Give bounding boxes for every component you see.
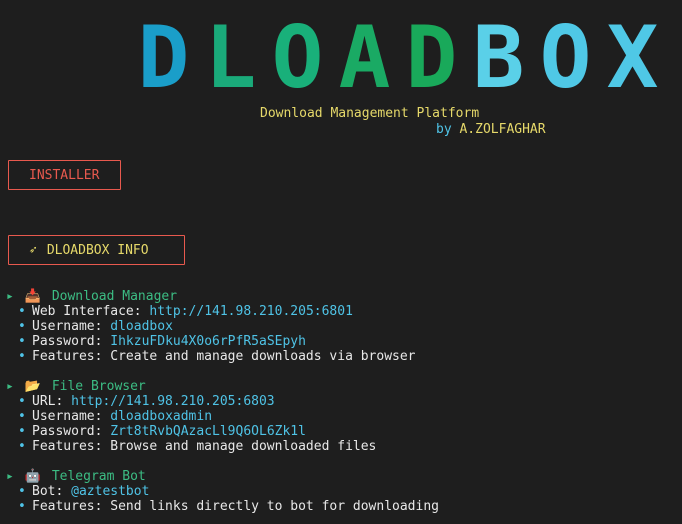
info-label: Username: bbox=[32, 409, 111, 424]
info-value: @aztestbot bbox=[71, 484, 150, 499]
info-label: Password: bbox=[32, 424, 111, 439]
logo-letter: DD bbox=[130, 14, 197, 107]
info-value: dloadboxadmin bbox=[110, 409, 213, 424]
logo-letter-face: O bbox=[539, 8, 592, 108]
rocket-icon: ➶ bbox=[29, 242, 37, 258]
section-download: ▸ 📥 Download Manager • Web Interface: http:… bbox=[6, 289, 416, 364]
bullet-icon: • bbox=[18, 334, 26, 349]
dloadbox-info-label: DLOADBOX INFO bbox=[46, 242, 149, 258]
info-item: • Username: dloadboxadmin bbox=[6, 409, 376, 424]
logo-letter: AA bbox=[331, 14, 398, 107]
info-value: Zrt8tRvbQAzacLl9Q6OL6Zk1l bbox=[110, 424, 306, 439]
installer-label: INSTALLER bbox=[29, 167, 100, 183]
expand-arrow-icon: ▸ bbox=[6, 379, 14, 394]
info-label: Bot: bbox=[32, 484, 72, 499]
bullet-icon: • bbox=[18, 319, 26, 334]
info-label: Features: Create and manage downloads vi… bbox=[32, 349, 416, 364]
info-label: URL: bbox=[32, 394, 72, 409]
logo-letter-face: X bbox=[606, 8, 659, 108]
byline-by: by bbox=[436, 122, 452, 137]
info-label: Features: Send links directly to bot for… bbox=[32, 499, 439, 514]
section-title: Telegram Bot bbox=[51, 469, 146, 484]
logo-letter: OO bbox=[264, 14, 331, 107]
logo-letter: LL bbox=[197, 14, 264, 107]
download-icon: 📥 bbox=[24, 289, 42, 304]
expand-arrow-icon: ▸ bbox=[6, 469, 14, 484]
section-robot: ▸ 🤖 Telegram Bot • Bot: @aztestbot • Features… bbox=[6, 469, 439, 514]
info-item: • Bot: @aztestbot bbox=[6, 484, 439, 499]
bullet-icon: • bbox=[18, 499, 26, 514]
logo-letter-face: A bbox=[338, 8, 391, 108]
info-item: • URL: http://141.98.210.205:6803 bbox=[6, 394, 376, 409]
section-heading: ▸ 📂 File Browser bbox=[6, 379, 376, 394]
bullet-icon: • bbox=[18, 484, 26, 499]
logo-letter-face: L bbox=[204, 8, 257, 108]
bullet-icon: • bbox=[18, 304, 26, 319]
bullet-icon: • bbox=[18, 349, 26, 364]
logo: DDLLOOAADDBBOOXX bbox=[130, 14, 666, 107]
logo-letter: DD bbox=[398, 14, 465, 107]
info-item: • Password: IhkzuFDku4X0o6rPfR5aSEpyh bbox=[6, 334, 416, 349]
section-heading: ▸ 📥 Download Manager bbox=[6, 289, 416, 304]
logo-letter: BB bbox=[465, 14, 532, 107]
section-folder: ▸ 📂 File Browser • URL: http://141.98.210.2… bbox=[6, 379, 376, 454]
info-item: • Password: Zrt8tRvbQAzacLl9Q6OL6Zk1l bbox=[6, 424, 376, 439]
bullet-icon: • bbox=[18, 439, 26, 454]
section-heading: ▸ 🤖 Telegram Bot bbox=[6, 469, 439, 484]
folder-icon: 📂 bbox=[24, 379, 42, 394]
section-title: File Browser bbox=[51, 379, 146, 394]
section-title: Download Manager bbox=[51, 289, 178, 304]
info-value: IhkzuFDku4X0o6rPfR5aSEpyh bbox=[110, 334, 306, 349]
info-value[interactable]: http://141.98.210.205:6803 bbox=[71, 394, 275, 409]
logo-letter: XX bbox=[599, 14, 666, 107]
logo-letter-face: O bbox=[271, 8, 324, 108]
info-item: • Web Interface: http://141.98.210.205:68… bbox=[6, 304, 416, 319]
info-item: • Features: Create and manage downloads v… bbox=[6, 349, 416, 364]
info-label: Features: Browse and manage downloaded f… bbox=[32, 439, 377, 454]
info-item: • Username: dloadbox bbox=[6, 319, 416, 334]
info-label: Password: bbox=[32, 334, 111, 349]
installer-button[interactable]: INSTALLER bbox=[8, 160, 121, 190]
info-label: Web Interface: bbox=[32, 304, 150, 319]
logo-letter-face: B bbox=[472, 8, 525, 108]
info-item: • Features: Send links directly to bot fo… bbox=[6, 499, 439, 514]
byline-author: A.ZOLFAGHAR bbox=[459, 122, 546, 137]
info-item: • Features: Browse and manage downloaded … bbox=[6, 439, 376, 454]
bullet-icon: • bbox=[18, 394, 26, 409]
expand-arrow-icon: ▸ bbox=[6, 289, 14, 304]
info-value[interactable]: http://141.98.210.205:6801 bbox=[149, 304, 353, 319]
bullet-icon: • bbox=[18, 424, 26, 439]
logo-letter-face: D bbox=[137, 8, 190, 108]
info-value: dloadbox bbox=[110, 319, 173, 334]
dloadbox-info-button[interactable]: ➶ DLOADBOX INFO bbox=[8, 235, 185, 265]
logo-letter-face: D bbox=[405, 8, 458, 108]
robot-icon: 🤖 bbox=[24, 469, 42, 484]
bullet-icon: • bbox=[18, 409, 26, 424]
logo-letter: OO bbox=[532, 14, 599, 107]
info-label: Username: bbox=[32, 319, 111, 334]
byline: by A.ZOLFAGHAR bbox=[436, 122, 546, 137]
